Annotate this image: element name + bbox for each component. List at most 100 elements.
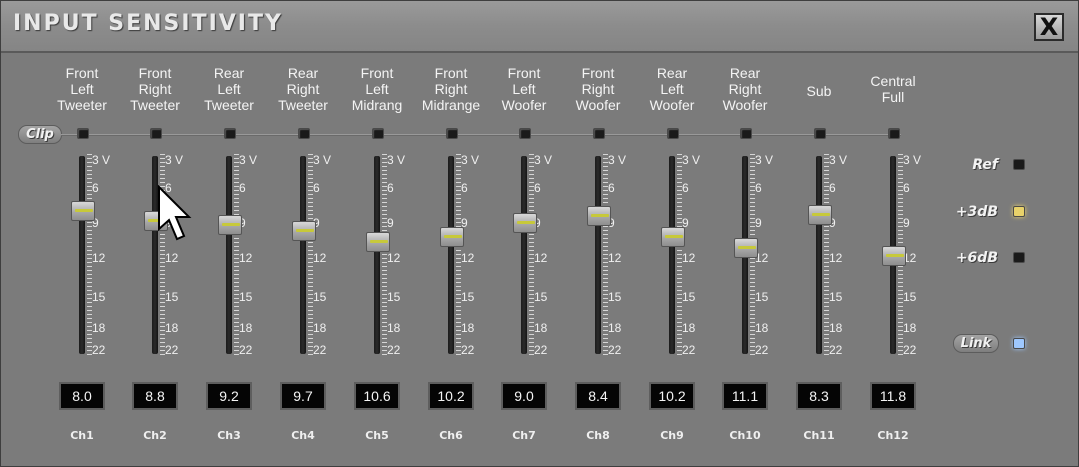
fader-track[interactable] [300, 156, 306, 354]
fader-track[interactable] [79, 156, 85, 354]
channel-name-label: Central Full [870, 73, 916, 105]
fader-scale-label: 3 V [608, 153, 627, 167]
fader-scale-label: 3 V [313, 153, 332, 167]
channel-number-label: Ch12 [877, 429, 909, 442]
channel-name-label: Sub [806, 83, 832, 99]
fader-track[interactable] [226, 156, 232, 354]
link-led-button[interactable] [1013, 338, 1025, 349]
fader-track[interactable] [669, 156, 675, 354]
title-bar: INPUT SENSITIVITY X [1, 1, 1078, 53]
fader-scale-label: 3 V [461, 153, 480, 167]
fader-scale-label: 18 [387, 321, 401, 335]
fader-scale-label: 22 [92, 343, 106, 357]
channel-value-field[interactable]: 9.0 [501, 382, 547, 410]
channel-name-label: Rear Right Woofer [722, 65, 768, 113]
fader-scale-label: 15 [239, 290, 253, 304]
channel-number-label: Ch11 [803, 429, 835, 442]
channel-value-field[interactable]: 11.8 [870, 382, 916, 410]
fader-knob[interactable] [71, 201, 95, 222]
fader-track[interactable] [374, 156, 380, 354]
fader-scale-label: 22 [903, 343, 917, 357]
fader-knob[interactable] [882, 245, 906, 266]
fader-track[interactable] [521, 156, 527, 354]
fader-scale-label: 18 [461, 321, 475, 335]
channel-name-label: Front Right Woofer [575, 65, 621, 113]
fader-scale-label: 12 [387, 251, 401, 265]
fader-scale-label: 6 [461, 181, 468, 195]
plus6db-label: +6dB [955, 250, 998, 266]
channel-value-field[interactable]: 8.4 [575, 382, 621, 410]
fader-scale-label: 12 [682, 251, 696, 265]
channel-value-field[interactable]: 10.6 [354, 382, 400, 410]
channel-value-field[interactable]: 8.3 [796, 382, 842, 410]
fader-scale-label: 3 V [682, 153, 701, 167]
fader-knob[interactable] [292, 221, 316, 242]
fader-knob[interactable] [440, 227, 464, 247]
fader-scale-label: 6 [755, 181, 762, 195]
channel-value-field[interactable]: 11.1 [722, 382, 768, 410]
fader-scale-label: 18 [534, 321, 548, 335]
fader-scale-label: 22 [608, 343, 622, 357]
channel-number-label: Ch9 [660, 429, 684, 442]
fader-knob[interactable] [366, 231, 390, 252]
fader-knob[interactable] [513, 213, 537, 233]
window-title: INPUT SENSITIVITY [13, 11, 283, 36]
fader-scale-label: 18 [829, 321, 843, 335]
fader-knob[interactable] [808, 204, 832, 225]
channel-value-field[interactable]: 10.2 [428, 382, 474, 410]
fader-scale-label: 3 V [829, 153, 848, 167]
channel-number-label: Ch3 [217, 429, 241, 442]
channel-number-label: Ch7 [512, 429, 536, 442]
channel-name-label: Rear Left Tweeter [204, 65, 254, 113]
fader-track[interactable] [816, 156, 822, 354]
fader-scale-label: 3 V [92, 153, 111, 167]
fader-scale-label: 12 [92, 251, 106, 265]
fader-knob[interactable] [218, 215, 242, 236]
channel-name-label: Rear Left Woofer [649, 65, 695, 113]
fader-scale-label: 3 V [165, 153, 184, 167]
fader-scale-label: 18 [755, 321, 769, 335]
fader-knob[interactable] [734, 237, 758, 258]
fader-scale-label: 15 [461, 290, 475, 304]
fader-scale-label: 22 [534, 343, 548, 357]
channel-value-field[interactable]: 9.7 [280, 382, 326, 410]
channel-value-field[interactable]: 8.0 [59, 382, 105, 410]
close-button[interactable]: X [1034, 13, 1064, 41]
clip-indicator-led [519, 128, 531, 139]
fader-scale-label: 22 [461, 343, 475, 357]
fader-scale-label: 18 [165, 321, 179, 335]
fader-scale-label: 3 V [387, 153, 406, 167]
fader-scale-label: 18 [608, 321, 622, 335]
fader-scale-label: 6 [239, 181, 246, 195]
fader-scale-label: 15 [165, 290, 179, 304]
plus3db-led-button[interactable] [1013, 206, 1025, 217]
channel-name-label: Front Left Midrang [351, 65, 403, 113]
fader-scale-label: 6 [903, 181, 910, 195]
fader-scale-label: 6 [534, 181, 541, 195]
fader-scale-label: 12 [239, 251, 253, 265]
fader-scale-label: 3 V [239, 153, 258, 167]
fader-track[interactable] [595, 156, 601, 354]
clip-divider [61, 134, 901, 136]
fader-track[interactable] [448, 156, 454, 354]
fader-scale-label: 6 [387, 181, 394, 195]
fader-knob[interactable] [587, 206, 611, 226]
channel-value-field[interactable]: 9.2 [206, 382, 252, 410]
fader-scale-label: 15 [682, 290, 696, 304]
fader-scale-label: 3 V [755, 153, 774, 167]
clip-indicator-led [77, 128, 89, 139]
fader-scale-label: 6 [92, 181, 99, 195]
fader-scale-label: 6 [608, 181, 615, 195]
fader-scale-label: 22 [313, 343, 327, 357]
channel-value-field[interactable]: 8.8 [132, 382, 178, 410]
channel-value-field[interactable]: 10.2 [649, 382, 695, 410]
fader-scale-label: 15 [903, 290, 917, 304]
channel-number-label: Ch4 [291, 429, 315, 442]
fader-scale-label: 3 V [534, 153, 553, 167]
fader-scale-label: 22 [165, 343, 179, 357]
plus6db-led-button[interactable] [1013, 252, 1025, 263]
ref-led-button[interactable] [1013, 159, 1025, 170]
fader-scale-label: 6 [682, 181, 689, 195]
clip-indicator-led [150, 128, 162, 139]
fader-knob[interactable] [661, 227, 685, 247]
